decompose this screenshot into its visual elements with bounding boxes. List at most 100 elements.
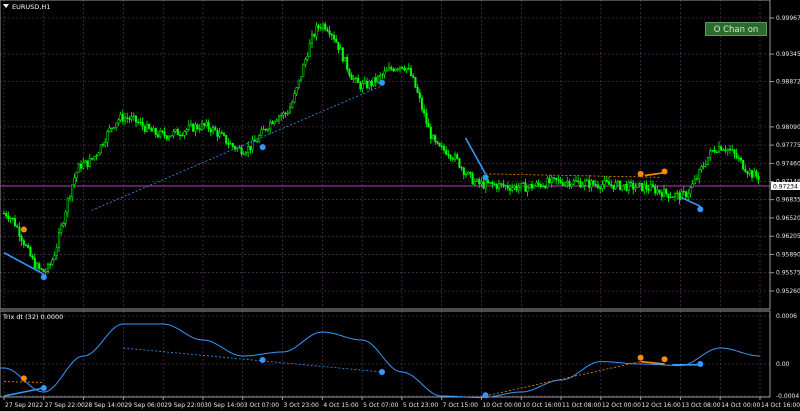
price-label: 0.96520 [776, 215, 800, 222]
candle-body [379, 74, 382, 77]
candle-body [403, 68, 406, 71]
current-price-label: 0.97234 [773, 184, 798, 191]
candle-body [178, 134, 182, 137]
candle-body [194, 124, 197, 132]
candle-body [167, 136, 171, 139]
candle-body [77, 163, 80, 173]
candle-body [346, 57, 349, 70]
candle-body [610, 184, 613, 186]
candle-body [693, 178, 696, 185]
candle-body [592, 180, 595, 185]
candle-body [548, 178, 551, 183]
candle-body [392, 68, 395, 72]
candle-body [757, 176, 760, 180]
candle-body [515, 185, 518, 191]
candle-body [368, 81, 371, 89]
candle-body [218, 132, 221, 137]
candle-body [95, 155, 98, 157]
candle-body [698, 169, 701, 179]
trading-chart[interactable]: 0.99967 0.99345 0.98872 0.98090 0.97775 0.974… [0, 0, 800, 411]
signal-up-icon [637, 170, 644, 177]
candle-body [528, 183, 531, 188]
candle-body [156, 134, 160, 138]
time-label: 29 Sep 06:00 [124, 402, 164, 409]
candle-body [88, 157, 91, 167]
candle-body [130, 116, 133, 120]
price-label: 0.97460 [776, 160, 800, 167]
candle-body [44, 271, 47, 273]
candle-body [434, 135, 437, 142]
candle-body [566, 181, 569, 184]
candle-body [145, 124, 149, 132]
candle-body [29, 247, 32, 257]
candle-body [416, 87, 419, 93]
candle-body [717, 146, 721, 153]
time-label: 28 Sep 14:00 [85, 402, 125, 409]
candle-body [401, 66, 404, 69]
candle-body [244, 152, 248, 155]
candle-body [286, 112, 289, 115]
candle-body [588, 179, 591, 188]
candle-body [405, 67, 408, 71]
candle-body [394, 68, 397, 72]
candle-body [662, 188, 666, 197]
candle-body [739, 157, 743, 161]
signal-up-icon [661, 356, 668, 363]
chan-toggle-button[interactable]: O Chan on [705, 22, 767, 36]
candle-body [49, 263, 52, 266]
candle-body [493, 183, 496, 186]
candle-body [126, 117, 129, 119]
candle-body [500, 183, 503, 185]
price-label: 0.96835 [776, 197, 800, 204]
signal-up-icon [637, 354, 644, 361]
sub-scale-label: 0.0006 [776, 313, 797, 320]
candle-body [539, 184, 542, 188]
candle-body [700, 166, 703, 170]
candle-body [214, 127, 217, 131]
price-label: 0.98872 [776, 79, 800, 86]
candle-body [581, 185, 584, 188]
candle-body [5, 213, 8, 217]
candle-body [621, 185, 624, 190]
candle-body [673, 193, 677, 198]
candle-body [431, 135, 435, 139]
candle-body [24, 244, 28, 246]
signal-up-icon [20, 375, 27, 382]
candle-body [537, 182, 540, 185]
candle-body [229, 143, 232, 145]
candle-body [506, 185, 509, 189]
candle-body [482, 181, 485, 189]
candle-body [222, 133, 226, 136]
candle-body [139, 121, 142, 124]
candle-body [425, 112, 428, 124]
candle-body [550, 177, 553, 183]
candle-body [552, 177, 556, 179]
candle-body [726, 148, 729, 152]
candle-body [2, 213, 6, 215]
candle-body [293, 93, 296, 103]
candle-body [449, 155, 452, 159]
candle-body [616, 180, 619, 183]
candle-body [715, 151, 718, 153]
signal-down-icon [379, 369, 385, 375]
candle-body [280, 114, 283, 117]
time-axis: 27 Sep 2022 27 Sep 22:00 28 Sep 14:00 29 Se… [3, 397, 800, 409]
candle-body [478, 179, 481, 185]
candle-body [297, 79, 300, 88]
candle-body [656, 189, 659, 194]
candle-body [18, 226, 21, 237]
candle-body [722, 149, 725, 151]
candle-body [365, 80, 369, 89]
candle-body [209, 128, 212, 133]
candle-body [363, 80, 366, 84]
candle-body [352, 78, 355, 80]
signal-down-icon [259, 357, 266, 363]
candle-body [471, 173, 474, 185]
candle-body [530, 183, 534, 189]
candle-body [357, 77, 360, 83]
price-label: 0.99967 [776, 15, 800, 22]
candle-body [742, 160, 745, 170]
candle-body [227, 143, 230, 145]
candle-body [467, 171, 470, 175]
candle-body [242, 153, 245, 156]
